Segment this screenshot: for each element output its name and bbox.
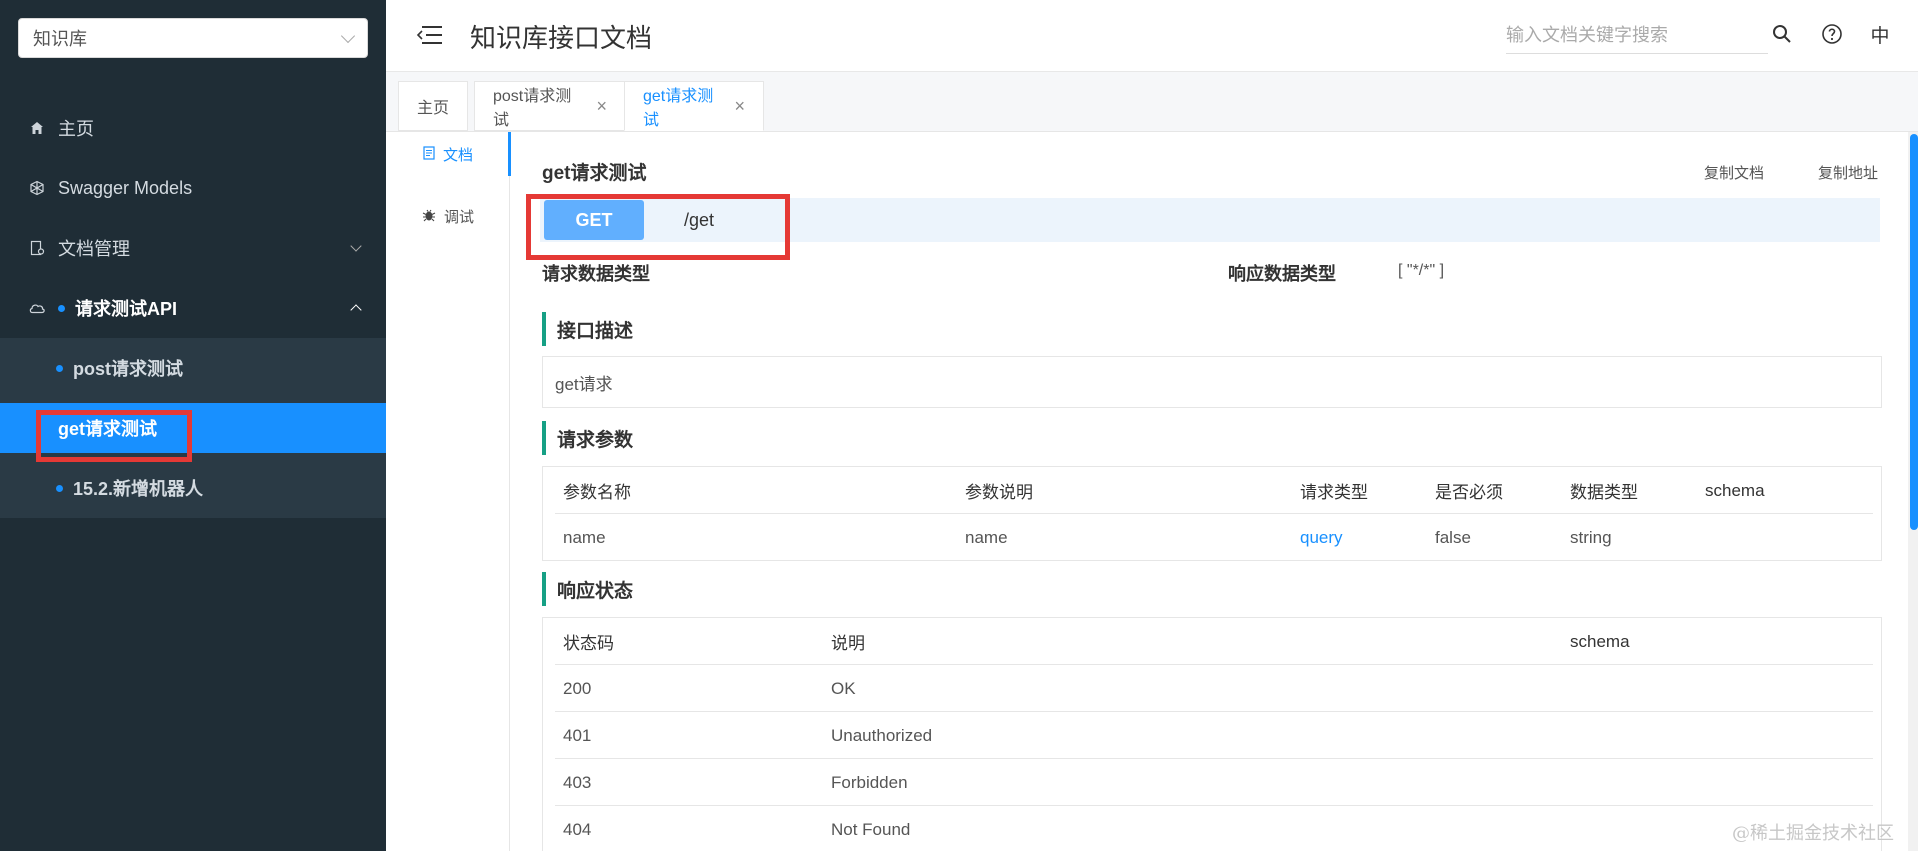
sidebar-item-home[interactable]: 主页 — [0, 98, 386, 158]
collapse-menu-icon[interactable] — [416, 24, 442, 46]
bug-icon — [422, 208, 436, 225]
nav-doc[interactable]: 文档 — [386, 134, 510, 174]
table-header-cell: 说明 — [831, 634, 865, 653]
copy-url-button[interactable]: 复制地址 — [1818, 162, 1878, 183]
document-settings-icon — [28, 239, 46, 257]
table-row: 403 Forbidden — [555, 759, 1873, 806]
page-title: 知识库接口文档 — [470, 23, 653, 53]
table-header-cell: 状态码 — [563, 634, 614, 653]
sidebar-subitem-add-robot[interactable]: 15.2.新增机器人 — [0, 463, 386, 513]
table-header-row: 状态码 说明 schema — [555, 618, 1873, 665]
table-header-cell: schema — [1570, 631, 1630, 651]
tab-label: 主页 — [416, 100, 449, 117]
section-title-params: 请求参数 — [542, 421, 633, 455]
library-select[interactable]: 知识库 — [18, 18, 368, 58]
table-cell: 403 — [563, 772, 592, 792]
home-icon — [28, 119, 46, 137]
sidebar-item-swagger-models[interactable]: Swagger Models — [0, 158, 386, 218]
tab-post-test[interactable]: post请求测试 × — [474, 81, 626, 131]
nav-label: 文档 — [442, 146, 473, 164]
sidebar: 知识库 主页 Swagger Models 文档管理 请求测试API post请… — [0, 0, 386, 851]
section-title-description: 接口描述 — [542, 312, 633, 346]
table-header-cell: 参数说明 — [965, 483, 1033, 502]
bullet-dot — [56, 484, 63, 492]
copy-doc-button[interactable]: 复制文档 — [1704, 162, 1764, 183]
library-select-value: 知识库 — [33, 29, 87, 49]
sidebar-item-label: 请求测试API — [75, 299, 178, 319]
table-cell: Forbidden — [831, 772, 908, 792]
params-table: 参数名称 参数说明 请求类型 是否必须 数据类型 schema name nam… — [542, 466, 1882, 561]
watermark: @稀土掘金技术社区 — [1732, 823, 1894, 844]
table-cell: OK — [831, 678, 856, 698]
highlight-box-sidebar — [36, 410, 192, 462]
request-type-label: 请求数据类型 — [542, 264, 650, 284]
cloud-icon — [28, 299, 46, 317]
sidebar-subitem-post-test[interactable]: post请求测试 — [0, 343, 386, 393]
chevron-down-icon — [340, 28, 356, 43]
table-cell: 404 — [563, 819, 592, 839]
table-header-cell: 请求类型 — [1300, 483, 1368, 502]
sidebar-item-label: Swagger Models — [58, 177, 193, 198]
tabs-bar: 主页 post请求测试 × get请求测试 × — [386, 72, 1918, 132]
tab-get-test[interactable]: get请求测试 × — [624, 81, 764, 131]
table-cell: 401 — [563, 725, 592, 745]
response-type-value: [ "*/*" ] — [1398, 262, 1445, 279]
table-cell-link[interactable]: query — [1300, 514, 1343, 561]
cube-icon — [28, 179, 46, 197]
description-box: get请求 — [542, 356, 1882, 408]
help-icon[interactable] — [1820, 22, 1844, 46]
description-text: get请求 — [555, 374, 613, 394]
table-row: 401 Unauthorized — [555, 712, 1873, 759]
sidebar-item-label: 主页 — [58, 119, 94, 139]
tab-label: get请求测试 — [643, 88, 714, 129]
table-row: 404 Not Found — [555, 806, 1873, 851]
table-header-cell: 参数名称 — [563, 483, 631, 502]
bullet-dot — [58, 304, 65, 312]
sidebar-item-doc-management[interactable]: 文档管理 — [0, 218, 386, 278]
tab-home[interactable]: 主页 — [398, 81, 468, 131]
close-icon[interactable]: × — [596, 96, 607, 117]
table-header-cell: 数据类型 — [1570, 483, 1638, 502]
table-header-row: 参数名称 参数说明 请求类型 是否必须 数据类型 schema — [555, 467, 1873, 514]
sidebar-subitem-label: post请求测试 — [73, 359, 183, 379]
status-table: 状态码 说明 schema 200 OK 401 Unauthorized 40… — [542, 617, 1882, 851]
nav-label: 调试 — [443, 208, 474, 226]
table-cell: Not Found — [831, 819, 911, 839]
table-row: 200 OK — [555, 665, 1873, 712]
api-title: get请求测试 — [542, 163, 647, 184]
close-icon[interactable]: × — [734, 96, 745, 117]
highlight-box-method — [526, 194, 790, 260]
table-header-cell: schema — [1705, 480, 1765, 500]
document-icon — [423, 145, 435, 163]
chevron-down-icon — [350, 240, 362, 252]
table-row: name name query false string — [555, 514, 1873, 561]
chevron-up-icon — [350, 304, 362, 316]
doc-debug-nav: 文档 调试 — [386, 132, 511, 851]
table-cell: name — [965, 527, 1008, 547]
language-toggle[interactable]: 中 — [1868, 22, 1892, 47]
table-cell: Unauthorized — [831, 725, 933, 745]
tab-label: post请求测试 — [493, 88, 572, 129]
nav-debug[interactable]: 调试 — [386, 196, 510, 236]
table-cell: false — [1435, 527, 1471, 547]
sidebar-item-label: 文档管理 — [58, 239, 130, 259]
vertical-scrollbar[interactable] — [1908, 132, 1918, 851]
table-header-cell: 是否必须 — [1435, 483, 1503, 502]
table-cell: string — [1570, 527, 1612, 547]
response-type-label: 响应数据类型 — [1228, 264, 1336, 284]
search-placeholder: 输入文档关键字搜索 — [1506, 24, 1668, 45]
table-cell: name — [563, 527, 606, 547]
table-cell: 200 — [563, 678, 592, 698]
search-input[interactable]: 输入文档关键字搜索 — [1506, 14, 1768, 54]
api-doc-content: get请求测试 复制文档 复制地址 GET /get 请求数据类型 响应数据类型… — [510, 132, 1908, 851]
sidebar-item-request-test-api[interactable]: 请求测试API — [0, 278, 386, 338]
scrollbar-thumb[interactable] — [1910, 134, 1918, 530]
sidebar-subitem-label: 15.2.新增机器人 — [73, 479, 204, 499]
top-header: 知识库接口文档 输入文档关键字搜索 中 — [386, 0, 1918, 72]
section-title-status: 响应状态 — [542, 572, 633, 606]
bullet-dot — [56, 364, 63, 372]
search-icon[interactable] — [1770, 22, 1794, 46]
